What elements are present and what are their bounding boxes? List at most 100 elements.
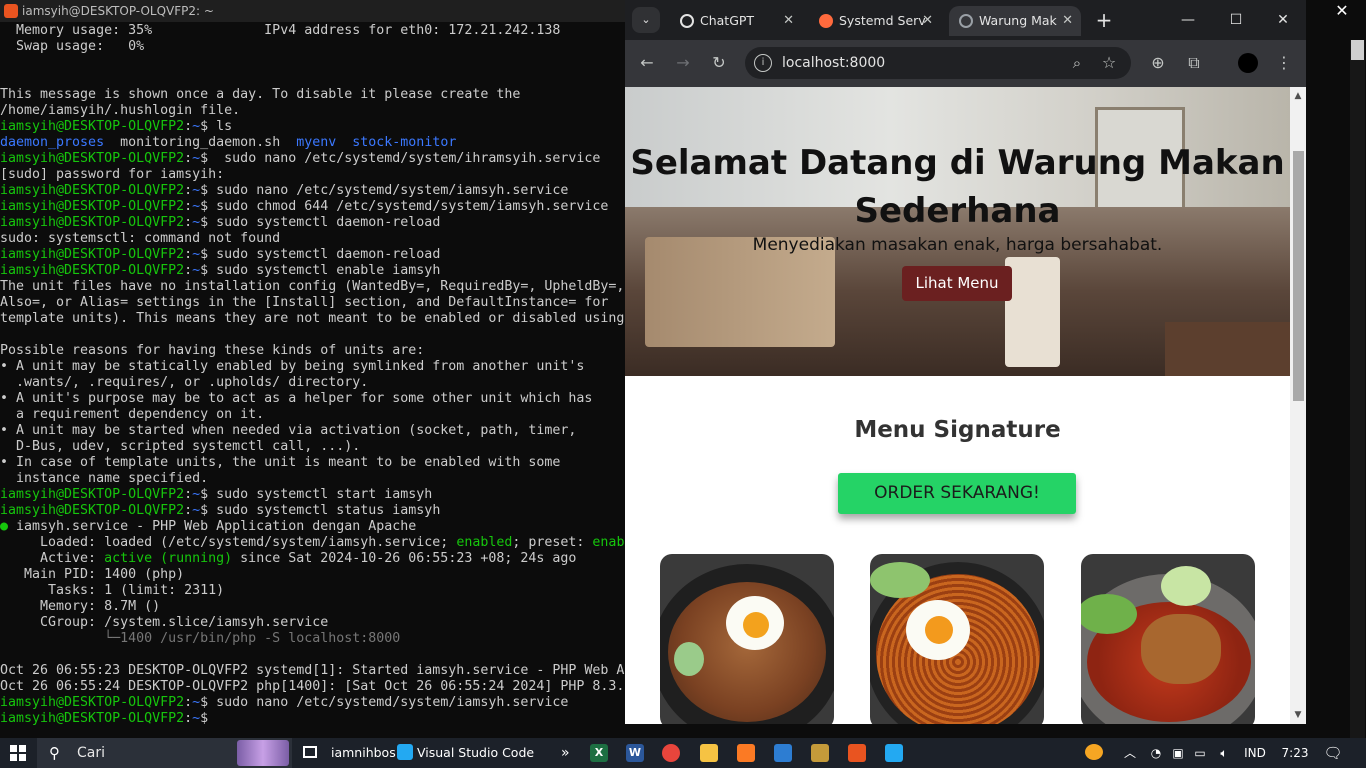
tab-label: Systemd Serv xyxy=(839,13,926,28)
terminal-line: /home/iamsyih/.hushlogin file. xyxy=(0,103,626,119)
terminal-line: iamsyih@DESKTOP-OLQVFP2:~$ sudo systemct… xyxy=(0,487,626,503)
close-icon[interactable]: ✕ xyxy=(783,6,794,36)
tab-chatgpt[interactable]: ChatGPT ✕ xyxy=(670,6,802,36)
close-window-button[interactable]: ✕ xyxy=(1268,8,1298,32)
terminal-line: iamsyih@DESKTOP-OLQVFP2:~$ sudo systemct… xyxy=(0,503,626,519)
taskbar-app-vscode[interactable]: Visual Studio Code xyxy=(397,742,534,764)
windows-start-icon[interactable] xyxy=(10,745,26,761)
volume-icon[interactable]: 🔈︎ xyxy=(1213,738,1235,768)
display-icon[interactable]: ▣ xyxy=(1168,738,1188,768)
hero-subtitle: Menyediakan masakan enak, harga bersahab… xyxy=(752,235,1163,255)
terminal-line: • In case of template units, the unit is… xyxy=(0,455,626,471)
terminal-output[interactable]: Memory usage: 35% IPv4 address for eth0:… xyxy=(0,23,626,727)
menu-card-mie-goreng[interactable] xyxy=(870,554,1044,724)
terminal-text: stock-monitor xyxy=(352,135,457,150)
terminal-line: Swap usage: 0% xyxy=(0,39,626,55)
remote-desktop-icon[interactable] xyxy=(774,744,792,762)
page-scrollbar[interactable]: ▲ ▼ xyxy=(1290,87,1306,724)
notification-icon[interactable]: 🗨︎ xyxy=(1322,738,1344,768)
terminal-titlebar[interactable]: iamsyih@DESKTOP-OLQVFP2: ~ xyxy=(0,0,626,22)
scroll-down-arrow-icon[interactable]: ▼ xyxy=(1293,710,1303,720)
new-tab-button[interactable]: + xyxy=(1091,8,1117,34)
terminal-text: ~ xyxy=(192,711,201,726)
terminal-window[interactable]: iamsyih@DESKTOP-OLQVFP2: ~ Memory usage:… xyxy=(0,0,626,738)
order-now-button[interactable]: ORDER SEKARANG! xyxy=(838,473,1076,514)
taskbar-app-label: Visual Studio Code xyxy=(417,745,535,760)
chevron-down-icon[interactable]: ⌄ xyxy=(632,7,660,33)
scroll-up-arrow-icon[interactable]: ▲ xyxy=(1293,91,1303,101)
battery-icon[interactable]: ▭ xyxy=(1190,738,1210,768)
chrome-icon[interactable] xyxy=(662,744,680,762)
zoom-icon[interactable]: ⌕ xyxy=(1065,51,1089,75)
tab-warung-makan[interactable]: Warung Mak ✕ xyxy=(949,6,1081,36)
terminal-text: $ sudo nano /etc/systemd/system/ihramsyi… xyxy=(200,151,601,166)
terminal-line: iamsyih@DESKTOP-OLQVFP2:~$ sudo systemct… xyxy=(0,263,626,279)
menu-card-nasi-goreng[interactable] xyxy=(660,554,834,724)
bookmark-star-icon[interactable]: ☆ xyxy=(1097,51,1121,75)
chevron-up-icon[interactable]: ︿ xyxy=(1120,738,1140,768)
back-arrow-icon[interactable]: ← xyxy=(635,51,659,75)
close-icon[interactable]: ✕ xyxy=(1332,1,1352,21)
terminal-line: iamsyih@DESKTOP-OLQVFP2:~$ sudo chmod 64… xyxy=(0,199,626,215)
terminal-text: /home/iamsyih/.hushlogin file. xyxy=(0,103,241,118)
terminal-line: This message is shown once a day. To dis… xyxy=(0,87,626,103)
terminal-line: Possible reasons for having these kinds … xyxy=(0,343,626,359)
taskbar-app-task-view[interactable]: iamnihbos xyxy=(303,742,396,764)
vscode-pinned-icon[interactable] xyxy=(885,744,903,762)
address-bar[interactable]: i localhost:8000 ⌕ ☆ xyxy=(745,47,1131,79)
tab-systemd[interactable]: Systemd Serv ✕ xyxy=(809,6,941,36)
taskbar-overflow-chevron-icon[interactable]: » xyxy=(561,742,570,764)
view-menu-button[interactable]: Lihat Menu xyxy=(902,266,1012,301)
terminal-text: Also=, or Alias= settings in the [Instal… xyxy=(0,295,609,310)
profile-avatar[interactable] xyxy=(1236,51,1260,75)
forward-arrow-icon[interactable]: → xyxy=(671,51,695,75)
maximize-button[interactable]: ☐ xyxy=(1221,8,1251,32)
chrome-window[interactable]: ⌄ ChatGPT ✕ Systemd Serv ✕ Warung Mak ✕ … xyxy=(625,0,1306,724)
background-scroll-thumb[interactable] xyxy=(1351,40,1364,60)
background-scrollbar[interactable] xyxy=(1350,40,1365,740)
reload-icon[interactable]: ↻ xyxy=(707,51,731,75)
web-page[interactable]: Selamat Datang di Warung Makan Sederhana… xyxy=(625,87,1290,724)
extensions-puzzle-icon[interactable]: ⧉ xyxy=(1182,51,1206,75)
terminal-text: ● xyxy=(0,519,9,534)
menu-card-ayam-penyet[interactable] xyxy=(1081,554,1255,724)
terminal-text: : xyxy=(184,711,193,726)
network-icon[interactable]: ◔ xyxy=(1146,738,1166,768)
terminal-text: [sudo] password for iamsyih: xyxy=(0,167,225,182)
site-info-icon[interactable]: i xyxy=(754,54,772,72)
terminal-line: ● iamsyh.service - PHP Web Application d… xyxy=(0,519,626,535)
taskbar-search[interactable]: ⚲ Cari xyxy=(37,738,292,768)
minimize-button[interactable]: — xyxy=(1173,8,1203,32)
xampp-icon[interactable] xyxy=(737,744,755,762)
terminal-text: sudo: systemsctl: command not found xyxy=(0,231,281,246)
terminal-text: : xyxy=(184,151,193,166)
scroll-thumb[interactable] xyxy=(1293,151,1304,401)
url-text[interactable]: localhost:8000 xyxy=(782,47,885,79)
language-indicator[interactable]: IND xyxy=(1240,738,1270,768)
kebab-menu-icon[interactable]: ⋮ xyxy=(1272,51,1296,75)
weather-icon[interactable] xyxy=(1080,738,1108,768)
close-icon[interactable]: ✕ xyxy=(1062,6,1073,36)
terminal-text: ~ xyxy=(192,183,201,198)
clock[interactable]: 7:23 xyxy=(1276,738,1314,768)
terminal-text: $ sudo systemctl daemon-reload xyxy=(200,247,441,262)
file-explorer-icon[interactable] xyxy=(700,744,718,762)
close-icon[interactable]: ✕ xyxy=(922,6,933,36)
extension-plus-icon[interactable]: ⊕ xyxy=(1146,51,1170,75)
store-icon[interactable] xyxy=(811,744,829,762)
terminal-text: iamsyih@DESKTOP-OLQVFP2 xyxy=(0,487,185,502)
terminal-text: CGroup: /system.slice/iamsyh.service xyxy=(0,615,329,630)
excel-icon[interactable]: X xyxy=(590,744,608,762)
terminal-line: iamsyih@DESKTOP-OLQVFP2:~$ sudo nano /et… xyxy=(0,695,626,711)
terminal-line: Oct 26 06:55:24 DESKTOP-OLQVFP2 php[1400… xyxy=(0,679,626,695)
terminal-line: iamsyih@DESKTOP-OLQVFP2:~$ ls xyxy=(0,119,626,135)
word-icon[interactable]: W xyxy=(626,744,644,762)
terminal-line: The unit files have no installation conf… xyxy=(0,279,626,295)
terminal-line: • A unit may be started when needed via … xyxy=(0,423,626,439)
terminal-text: • In case of template units, the unit is… xyxy=(0,455,561,470)
ubuntu-icon[interactable] xyxy=(848,744,866,762)
